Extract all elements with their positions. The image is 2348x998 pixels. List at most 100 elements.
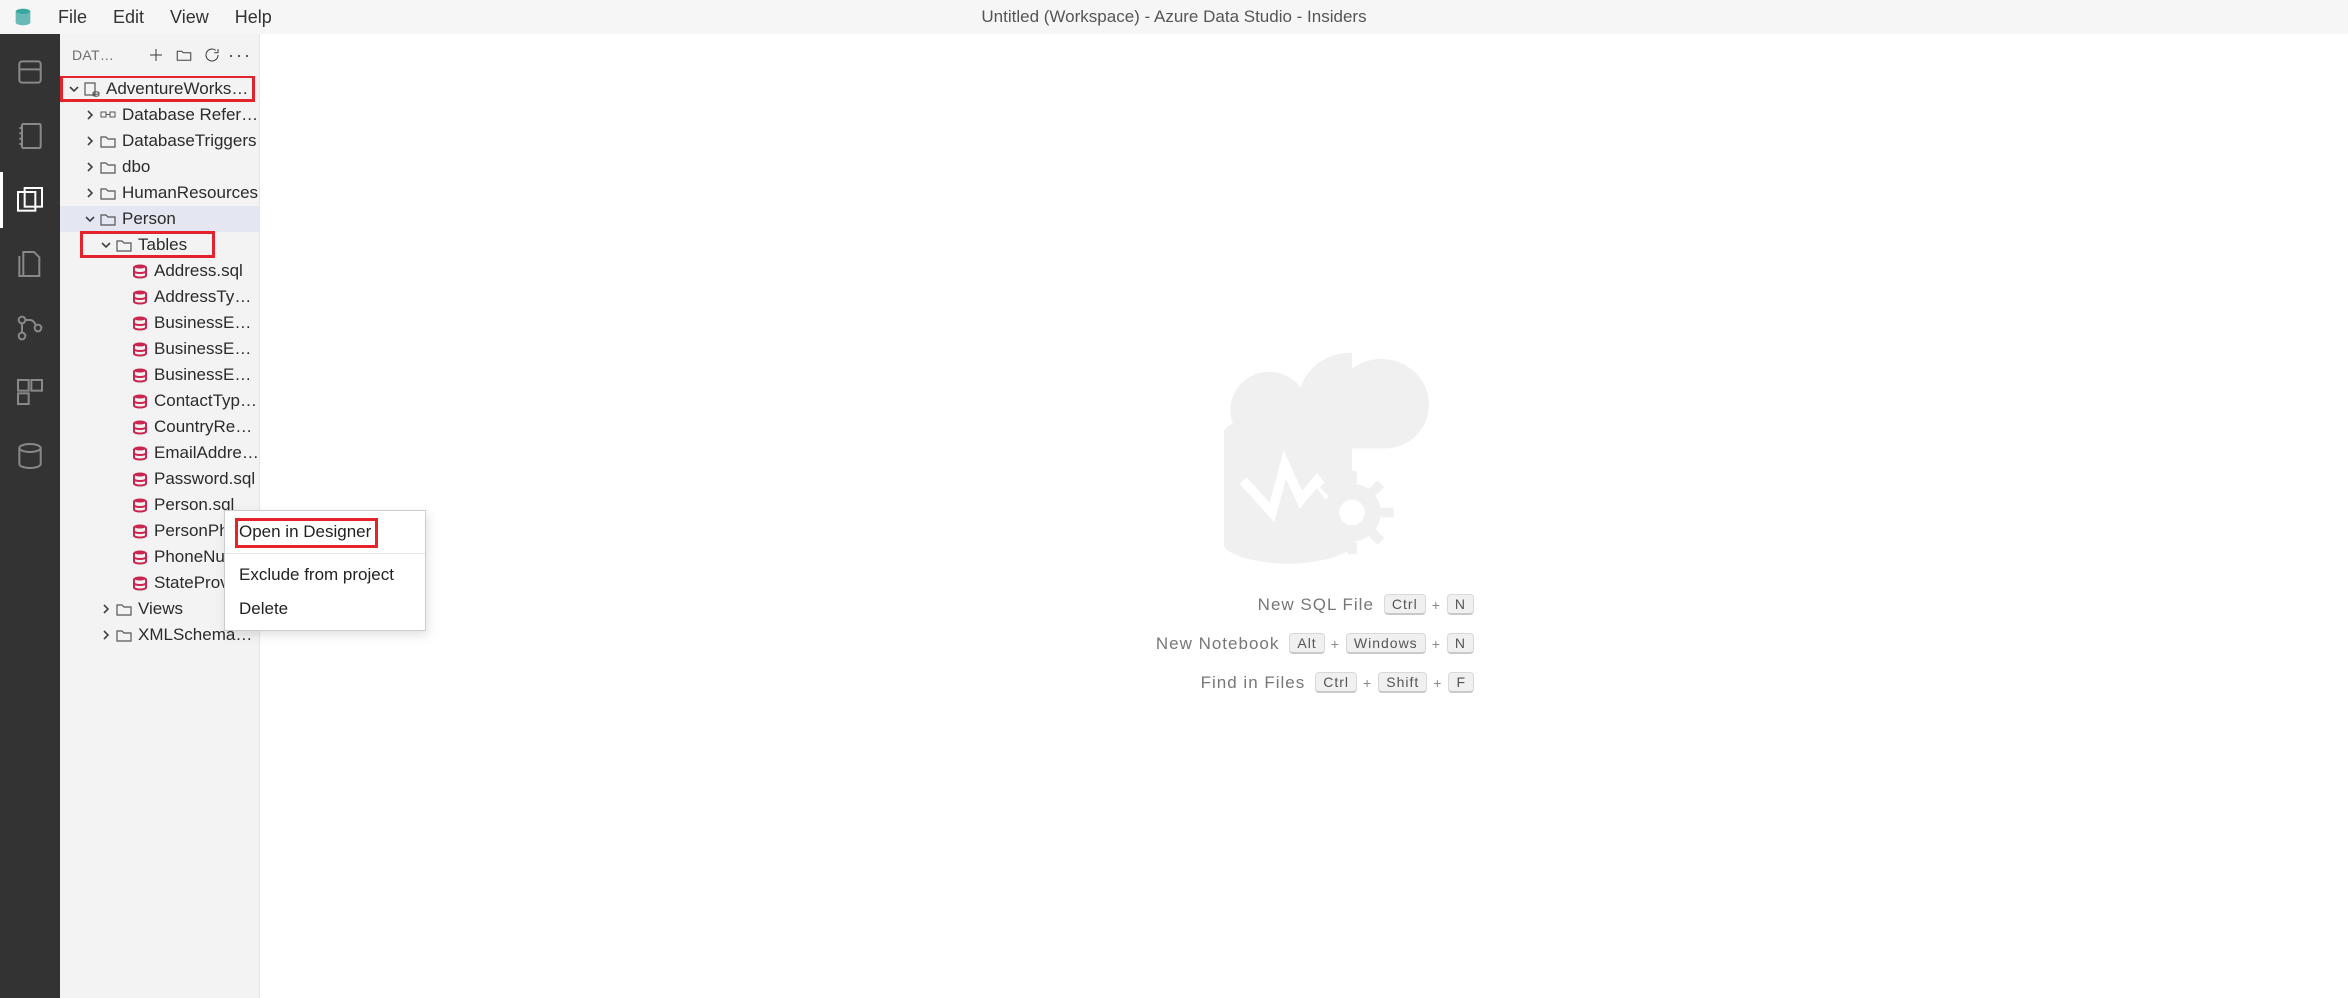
tree-item-label: StateProv (154, 573, 229, 593)
folder-icon (98, 131, 118, 151)
tree-item-label: CountryRegi… (154, 417, 259, 437)
chevron-right-icon (98, 601, 114, 617)
activity-files[interactable] (0, 236, 60, 292)
tree-item-label: BusinessEntit… (154, 339, 259, 359)
tree-item[interactable]: Password.sql (60, 466, 259, 492)
tree-item[interactable]: Tables (60, 232, 259, 258)
database-project-icon (82, 79, 102, 99)
table-icon (130, 443, 150, 463)
menu-bar: File Edit View Help (46, 3, 284, 32)
tree-item[interactable]: Address.sql (60, 258, 259, 284)
context-menu: Open in Designer Exclude from project De… (224, 510, 426, 631)
sidebar-title: DAT… (72, 47, 145, 63)
tree-item-label: PersonPh (154, 521, 229, 541)
tree-item[interactable]: HumanResources (60, 180, 259, 206)
folder-icon (114, 599, 134, 619)
key: N (1447, 594, 1474, 615)
tree-item-label: PhoneNu (154, 547, 225, 567)
activity-bar (0, 34, 60, 998)
tree-item[interactable]: BusinessEntit… (60, 310, 259, 336)
menu-help[interactable]: Help (223, 3, 284, 32)
folder-icon (114, 625, 134, 645)
tree-item[interactable]: AddressType.… (60, 284, 259, 310)
chevron-right-icon (82, 133, 98, 149)
more-icon[interactable]: ··· (229, 44, 251, 66)
welcome-command-label: New Notebook (1134, 634, 1279, 654)
ctx-separator (225, 553, 425, 554)
sidebar-header: DAT… ··· (60, 34, 259, 76)
welcome-command-label: New SQL File (1134, 595, 1374, 615)
tree-item-label: Password.sql (154, 469, 255, 489)
open-folder-icon[interactable] (173, 44, 195, 66)
menu-view[interactable]: View (158, 3, 221, 32)
table-icon (130, 365, 150, 385)
editor-area: New SQL File Ctrl + N New Notebook Alt + Window… (260, 34, 2348, 998)
ctx-exclude-from-project[interactable]: Exclude from project (225, 558, 425, 592)
key: N (1447, 633, 1474, 654)
table-icon (130, 573, 150, 593)
activity-notebooks[interactable] (0, 108, 60, 164)
table-icon (130, 313, 150, 333)
refresh-icon[interactable] (201, 44, 223, 66)
plus-separator: + (1363, 675, 1372, 691)
folder-icon (98, 157, 118, 177)
key: Ctrl (1315, 672, 1357, 693)
title-bar: File Edit View Help Untitled (Workspace)… (0, 0, 2348, 34)
key: Windows (1346, 633, 1426, 654)
tree-item[interactable]: CountryRegi… (60, 414, 259, 440)
tree-item[interactable]: Person (60, 206, 259, 232)
tree-item-label: HumanResources (122, 183, 258, 203)
chevron-right-icon (82, 185, 98, 201)
table-icon (130, 261, 150, 281)
tree-item[interactable]: BusinessEntit… (60, 336, 259, 362)
ctx-open-in-designer[interactable]: Open in Designer (225, 515, 425, 549)
welcome-logo (1144, 289, 1464, 614)
tree-item[interactable]: BusinessEntit… (60, 362, 259, 388)
tree-item-label: Person.sql (154, 495, 234, 515)
tree-item[interactable]: DatabaseTriggers (60, 128, 259, 154)
menu-edit[interactable]: Edit (101, 3, 156, 32)
activity-extensions[interactable] (0, 364, 60, 420)
new-icon[interactable] (145, 44, 167, 66)
key: Alt (1289, 633, 1324, 654)
menu-file[interactable]: File (46, 3, 99, 32)
tree-item[interactable]: EmailAddres… (60, 440, 259, 466)
welcome-command-label: Find in Files (1134, 673, 1305, 693)
tree-item[interactable]: ContactType.… (60, 388, 259, 414)
tree-item[interactable]: dbo (60, 154, 259, 180)
tree-item-label: BusinessEntit… (154, 313, 259, 333)
welcome-command[interactable]: Find in Files Ctrl + Shift + F (1134, 672, 1474, 693)
plus-separator: + (1331, 636, 1340, 652)
tree-item-label: Address.sql (154, 261, 243, 281)
plus-separator: + (1433, 675, 1442, 691)
chevron-down-icon (66, 81, 82, 97)
tree-item-label: AddressType.… (154, 287, 259, 307)
welcome-command[interactable]: New Notebook Alt + Windows + N (1134, 633, 1474, 654)
activity-database[interactable] (0, 428, 60, 484)
tree-item-label: Tables (138, 235, 187, 255)
tree-item-label: dbo (122, 157, 150, 177)
tree-root[interactable]: AdventureWorks… (60, 76, 259, 102)
plus-separator: + (1432, 636, 1441, 652)
chevron-right-icon (82, 159, 98, 175)
ref-icon (98, 105, 118, 125)
welcome-command[interactable]: New SQL FileCtrl+N (1134, 594, 1474, 615)
activity-explorer[interactable] (0, 172, 60, 228)
table-icon (130, 547, 150, 567)
activity-connections[interactable] (0, 44, 60, 100)
table-icon (130, 287, 150, 307)
activity-source-control[interactable] (0, 300, 60, 356)
tree-item[interactable]: Database Refere… (60, 102, 259, 128)
key: F (1448, 672, 1474, 693)
chevron-down-icon (82, 211, 98, 227)
tree-item-label: BusinessEntit… (154, 365, 259, 385)
tree-item-label: EmailAddres… (154, 443, 259, 463)
folder-icon (98, 183, 118, 203)
key: Shift (1378, 672, 1427, 693)
ctx-delete[interactable]: Delete (225, 592, 425, 626)
plus-separator: + (1432, 597, 1441, 613)
tree-item-label: DatabaseTriggers (122, 131, 257, 151)
app-icon (6, 0, 40, 34)
tree-item-label: Database Refere… (122, 105, 259, 125)
chevron-right-icon (98, 627, 114, 643)
